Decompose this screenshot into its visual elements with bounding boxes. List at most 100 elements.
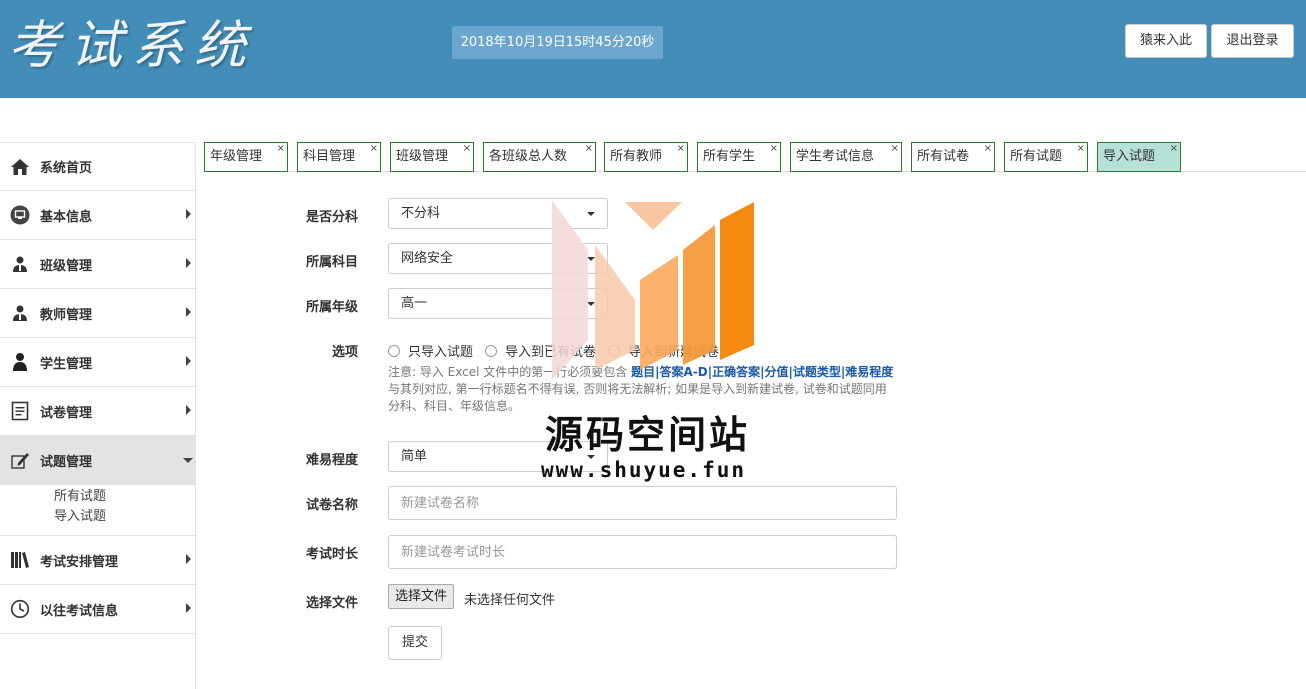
sidebar-item-label: 系统首页	[40, 161, 93, 176]
document-icon	[10, 401, 30, 421]
sidebar-item-question-management[interactable]: 试题管理	[0, 436, 195, 485]
duration-label: 考试时长	[305, 547, 358, 562]
tab-label: 所有学生	[703, 149, 756, 164]
split-select[interactable]: 不分科	[388, 198, 608, 229]
sidebar-nav: 系统首页 基本信息 班级管理 教师管理 学生管理 试卷管理 试题管理 所有试题 …	[0, 142, 196, 689]
close-icon[interactable]: ×	[677, 135, 685, 163]
tab-label: 各班级总人数	[489, 149, 568, 164]
tab-label: 班级管理	[396, 149, 449, 164]
option-label: 选项	[331, 345, 358, 360]
sidebar-item-label: 基本信息	[40, 209, 93, 225]
grade-select[interactable]: 高一	[388, 288, 608, 319]
tab-label: 导入试题	[1103, 149, 1156, 164]
radio-circle[interactable]	[485, 344, 498, 357]
watermark-title: 源码空间站	[545, 413, 751, 457]
submenu-item-all-questions[interactable]: 所有试题	[54, 487, 195, 507]
radio-label: 导入到已有试卷	[505, 345, 597, 360]
file-label: 选择文件	[305, 596, 358, 611]
tab-subject-management[interactable]: 科目管理 ×	[297, 142, 381, 172]
app-logo: 考试系统	[8, 16, 257, 76]
chevron-right-icon	[186, 209, 191, 219]
radio-import-new-paper[interactable]: 导入到新建试卷	[608, 341, 719, 360]
close-icon[interactable]: ×	[1077, 135, 1085, 163]
chevron-right-icon	[186, 603, 191, 613]
header-bar: 考试系统 2018年10月19日15时45分20秒 猿来入此 退出登录	[0, 0, 1306, 98]
note-fields: 题目|答案A-D|正确答案|分值|试题类型|难易程度	[631, 365, 894, 379]
sidebar-item-basic-info[interactable]: 基本信息	[0, 191, 195, 240]
enter-button[interactable]: 猿来入此	[1125, 24, 1207, 58]
chevron-down-icon	[587, 302, 595, 306]
chevron-right-icon	[186, 258, 191, 268]
difficulty-label: 难易程度	[305, 453, 358, 468]
sidebar-item-label: 教师管理	[40, 307, 93, 323]
tab-import-questions[interactable]: 导入试题 ×	[1097, 142, 1181, 172]
sidebar-item-student-management[interactable]: 学生管理	[0, 338, 195, 387]
close-icon[interactable]: ×	[585, 135, 593, 163]
subject-label: 所属科目	[305, 255, 358, 270]
monitor-icon	[10, 205, 30, 225]
close-icon[interactable]: ×	[277, 135, 285, 163]
radio-import-existing-paper[interactable]: 导入到已有试卷	[485, 341, 596, 360]
choose-file-button[interactable]: 选择文件	[388, 584, 455, 609]
clock-icon	[10, 599, 30, 619]
tab-class-headcount[interactable]: 各班级总人数 ×	[483, 142, 596, 172]
sidebar-item-exam-schedule[interactable]: 考试安排管理	[0, 536, 195, 585]
radio-import-only[interactable]: 只导入试题	[388, 341, 473, 360]
submenu-item-import-questions[interactable]: 导入试题	[54, 507, 195, 527]
radio-circle[interactable]	[608, 344, 621, 357]
sidebar-item-class-management[interactable]: 班级管理	[0, 240, 195, 289]
close-icon[interactable]: ×	[1170, 135, 1178, 163]
tab-all-teachers[interactable]: 所有教师 ×	[604, 142, 688, 172]
question-submenu: 所有试题 导入试题	[0, 485, 195, 536]
tab-label: 科目管理	[303, 149, 356, 164]
tab-all-students[interactable]: 所有学生 ×	[697, 142, 781, 172]
tab-grade-management[interactable]: 年级管理 ×	[204, 142, 288, 172]
sidebar-item-label: 以往考试信息	[40, 603, 119, 619]
file-status: 未选择任何文件	[464, 593, 556, 608]
sidebar-item-past-exams[interactable]: 以往考试信息	[0, 585, 195, 634]
sidebar-item-teacher-management[interactable]: 教师管理	[0, 289, 195, 338]
chevron-down-icon	[183, 458, 193, 463]
radio-circle[interactable]	[388, 344, 400, 357]
datetime-display: 2018年10月19日15时45分20秒	[452, 26, 663, 59]
chevron-down-icon	[587, 257, 595, 261]
books-icon	[10, 550, 30, 570]
subject-select[interactable]: 网络安全	[388, 243, 608, 274]
sidebar-item-paper-management[interactable]: 试卷管理	[0, 387, 195, 436]
close-icon[interactable]: ×	[370, 135, 378, 163]
tab-label: 年级管理	[210, 149, 263, 164]
paper-name-label: 试卷名称	[305, 498, 358, 513]
sidebar-item-label: 班级管理	[40, 258, 93, 274]
close-icon[interactable]: ×	[770, 135, 778, 163]
logout-button[interactable]: 退出登录	[1211, 24, 1294, 58]
duration-input[interactable]	[388, 535, 897, 569]
tab-label: 所有试题	[1010, 149, 1063, 164]
sidebar-item-label: 试题管理	[40, 454, 93, 470]
user-icon	[10, 352, 30, 372]
sidebar-item-label: 学生管理	[40, 356, 93, 372]
chevron-right-icon	[186, 554, 191, 564]
tab-class-management[interactable]: 班级管理 ×	[390, 142, 474, 172]
tab-bar: 年级管理 × 科目管理 × 班级管理 × 各班级总人数 × 所有教师 × 所有学生 × 学生…	[204, 142, 1306, 172]
home-icon	[10, 157, 30, 177]
grade-value: 高一	[401, 296, 428, 311]
chevron-right-icon	[186, 356, 191, 366]
radio-label: 只导入试题	[408, 345, 474, 360]
grade-label: 所属年级	[305, 300, 358, 315]
tab-all-papers[interactable]: 所有试卷 ×	[911, 142, 995, 172]
close-icon[interactable]: ×	[463, 135, 471, 163]
tab-all-questions[interactable]: 所有试题 ×	[1004, 142, 1088, 172]
users-icon	[10, 254, 30, 274]
tab-student-exam-info[interactable]: 学生考试信息 ×	[790, 142, 902, 172]
difficulty-value: 简单	[401, 449, 428, 464]
submit-button[interactable]: 提交	[388, 626, 442, 660]
split-label: 是否分科	[305, 210, 358, 225]
users-icon	[10, 303, 30, 323]
chevron-right-icon	[186, 307, 191, 317]
paper-name-input[interactable]	[388, 486, 897, 520]
close-icon[interactable]: ×	[891, 135, 899, 163]
sidebar-item-home[interactable]: 系统首页	[0, 142, 195, 191]
tab-label: 所有教师	[610, 149, 663, 164]
close-icon[interactable]: ×	[984, 135, 992, 163]
edit-icon	[10, 450, 30, 470]
